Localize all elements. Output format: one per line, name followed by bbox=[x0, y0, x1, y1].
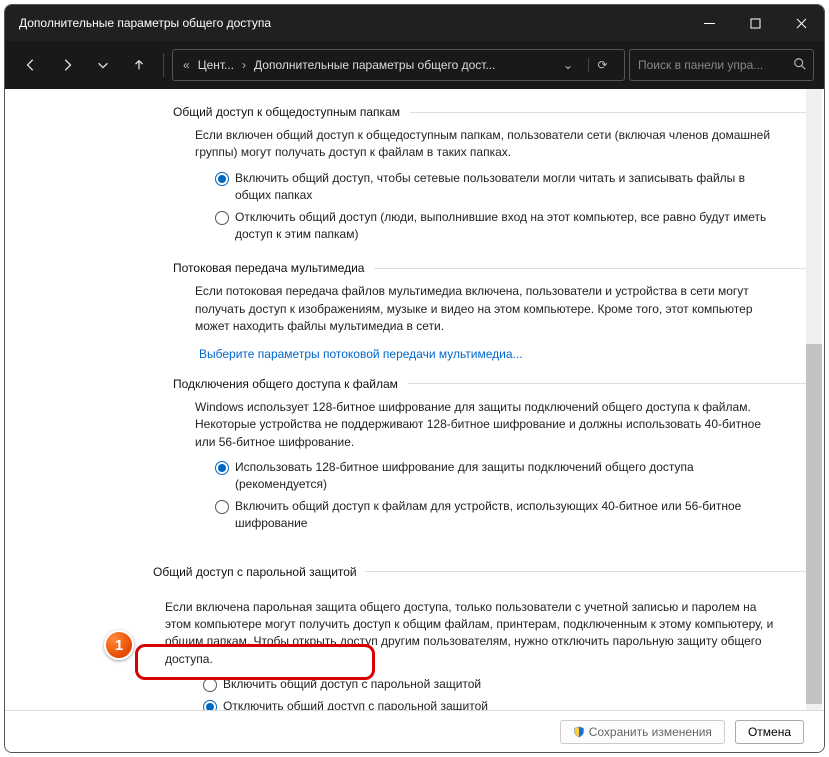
section-line bbox=[408, 383, 806, 384]
section-desc: Windows использует 128-битное шифрование… bbox=[195, 399, 784, 451]
section-line bbox=[410, 112, 806, 113]
close-button[interactable] bbox=[778, 5, 824, 41]
breadcrumb-dropdown-icon[interactable]: ⌄ bbox=[554, 58, 582, 72]
radio-icon bbox=[215, 461, 229, 475]
radio-public-enable[interactable]: Включить общий доступ, чтобы сетевые пол… bbox=[215, 170, 784, 205]
section-password-protection: Общий доступ с парольной защитой Если вк… bbox=[5, 561, 824, 710]
recent-dropdown-icon[interactable] bbox=[87, 49, 119, 81]
section-media-streaming: Потоковая передача мультимедиа Если пото… bbox=[5, 261, 824, 371]
section-title: Потоковая передача мультимедиа bbox=[173, 261, 374, 275]
section-file-encryption: Подключения общего доступа к файлам Wind… bbox=[5, 377, 824, 545]
cancel-button-label: Отмена bbox=[748, 725, 791, 739]
titlebar: Дополнительные параметры общего доступа bbox=[5, 5, 824, 41]
radio-password-enable[interactable]: Включить общий доступ с парольной защито… bbox=[203, 676, 784, 693]
breadcrumb-seg-2[interactable]: Дополнительные параметры общего дост... bbox=[254, 58, 495, 72]
content-pane: Общий доступ к общедоступным папкам Если… bbox=[5, 89, 824, 710]
forward-button[interactable] bbox=[51, 49, 83, 81]
section-line bbox=[374, 268, 806, 269]
search-icon[interactable] bbox=[793, 57, 807, 74]
footer: Сохранить изменения Отмена bbox=[5, 710, 824, 752]
breadcrumb-chevron-icon: « bbox=[181, 58, 192, 72]
scrollbar-thumb[interactable] bbox=[806, 344, 822, 704]
search-box[interactable] bbox=[629, 49, 814, 81]
radio-password-disable[interactable]: Отключить общий доступ с парольной защит… bbox=[203, 698, 784, 710]
radio-icon bbox=[215, 211, 229, 225]
section-title: Общий доступ с парольной защитой bbox=[145, 561, 365, 583]
save-button-label: Сохранить изменения bbox=[589, 725, 712, 739]
breadcrumb-seg-1[interactable]: Цент... bbox=[198, 58, 234, 72]
back-button[interactable] bbox=[15, 49, 47, 81]
minimize-button[interactable] bbox=[686, 5, 732, 41]
window: Дополнительные параметры общего доступа … bbox=[4, 4, 825, 753]
section-public-folders: Общий доступ к общедоступным папкам Если… bbox=[5, 105, 824, 255]
section-desc: Если включена парольная защита общего до… bbox=[165, 599, 784, 669]
section-title: Подключения общего доступа к файлам bbox=[173, 377, 408, 391]
section-title: Общий доступ к общедоступным папкам bbox=[173, 105, 410, 119]
navbar: « Цент... › Дополнительные параметры общ… bbox=[5, 41, 824, 89]
window-controls bbox=[686, 5, 824, 41]
radio-encrypt-40-56[interactable]: Включить общий доступ к файлам для устро… bbox=[215, 498, 784, 533]
section-line bbox=[365, 571, 806, 572]
radio-public-disable[interactable]: Отключить общий доступ (люди, выполнивши… bbox=[215, 209, 784, 244]
search-input[interactable] bbox=[638, 58, 793, 72]
breadcrumb[interactable]: « Цент... › Дополнительные параметры общ… bbox=[172, 49, 625, 81]
breadcrumb-sep-icon: › bbox=[240, 58, 248, 72]
radio-icon bbox=[203, 700, 217, 710]
media-streaming-link[interactable]: Выберите параметры потоковой передачи му… bbox=[199, 347, 523, 361]
up-button[interactable] bbox=[123, 49, 155, 81]
section-desc: Если потоковая передача файлов мультимед… bbox=[195, 283, 784, 335]
shield-icon bbox=[573, 726, 585, 738]
section-desc: Если включен общий доступ к общедоступны… bbox=[195, 127, 784, 162]
window-title: Дополнительные параметры общего доступа bbox=[19, 16, 271, 30]
cancel-button[interactable]: Отмена bbox=[735, 720, 804, 744]
nav-separator bbox=[163, 53, 164, 77]
radio-icon bbox=[215, 500, 229, 514]
maximize-button[interactable] bbox=[732, 5, 778, 41]
refresh-icon[interactable]: ⟳ bbox=[588, 58, 616, 72]
save-button[interactable]: Сохранить изменения bbox=[560, 720, 725, 744]
radio-icon bbox=[203, 678, 217, 692]
radio-icon bbox=[215, 172, 229, 186]
radio-encrypt-128[interactable]: Использовать 128-битное шифрование для з… bbox=[215, 459, 784, 494]
